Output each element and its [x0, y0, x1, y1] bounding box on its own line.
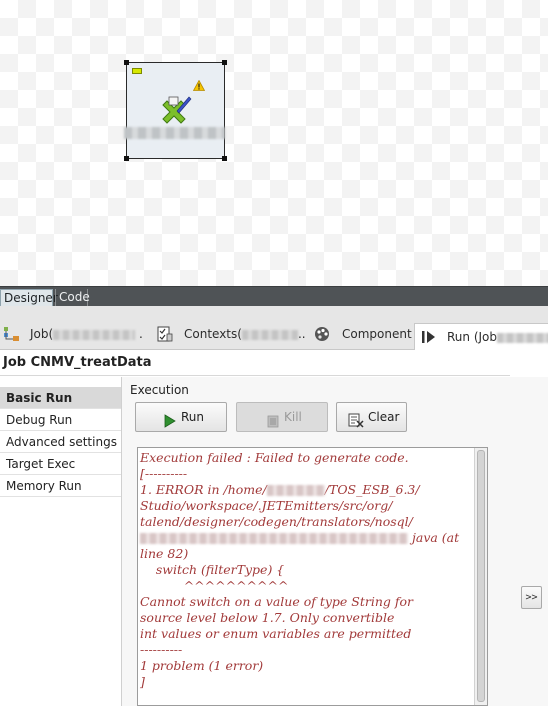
clear-button[interactable]: Clear: [336, 402, 407, 432]
console-scroll-thumb[interactable]: [477, 450, 485, 702]
kill-button[interactable]: Kill: [236, 402, 328, 432]
run-mode-nav: Basic Run Debug Run Advanced settings Ta…: [0, 377, 122, 706]
resize-handle-bottom-left[interactable]: [124, 156, 129, 161]
resize-handle-top-left[interactable]: [124, 60, 129, 65]
console-text: Execution failed : Failed to generate co…: [140, 450, 480, 690]
tab-run[interactable]: Run (Job: [414, 323, 548, 350]
editor-mode-tabs: Designer Code: [0, 286, 548, 307]
tab-run-label: Run (Job: [447, 330, 498, 344]
view-tab-bar: Job( . Contexts(.. Component Run (Job: [0, 306, 548, 350]
redacted-run-job-name: [497, 332, 548, 343]
console-line: ----------: [140, 642, 183, 657]
tab-component-label: Component: [342, 327, 412, 341]
console-line: Execution failed : Failed to generate co…: [140, 450, 409, 465]
expand-button[interactable]: >>: [521, 586, 542, 609]
job-icon: [2, 326, 20, 349]
console-output[interactable]: Execution failed : Failed to generate co…: [137, 447, 488, 706]
console-line: line 82): [140, 546, 189, 561]
console-line: /TOS_ESB_6.3/: [324, 482, 420, 497]
redacted-username: [266, 485, 325, 496]
console-line: source level below 1.7. Only convertible: [140, 610, 395, 625]
console-line: int values or enum variables are permitt…: [140, 626, 412, 641]
component-palette-icon: [314, 326, 332, 349]
nav-target-exec[interactable]: Target Exec: [0, 453, 121, 475]
tab-component[interactable]: Component: [314, 323, 412, 345]
nav-basic-run[interactable]: Basic Run: [0, 387, 121, 409]
resize-handle-bottom-right[interactable]: [222, 156, 227, 161]
console-line: Cannot switch on a value of type String …: [140, 594, 414, 609]
job-title: Job CNMV_treatData: [0, 350, 510, 376]
console-line: java (at: [411, 530, 460, 545]
component-status-flag: [132, 68, 142, 74]
play-icon: [164, 410, 176, 438]
console-scrollbar[interactable]: [474, 448, 487, 705]
run-view-icon: [421, 329, 437, 351]
console-line: 1. ERROR in /home/: [140, 482, 267, 497]
execution-label: Execution: [130, 383, 189, 397]
clear-console-icon: [348, 410, 364, 438]
redacted-job-name: [53, 329, 136, 340]
console-line: [----------: [140, 466, 188, 481]
run-button[interactable]: Run: [135, 402, 227, 432]
component-label-redacted: [124, 127, 225, 139]
run-button-label: Run: [181, 410, 205, 424]
clear-button-label: Clear: [368, 410, 400, 424]
tab-contexts-label: Contexts(: [184, 327, 242, 341]
nav-debug-run[interactable]: Debug Run: [0, 409, 121, 431]
redacted-file-path: [140, 533, 408, 544]
console-line: Studio/workspace/.JETEmitters/src/org/: [140, 498, 393, 513]
console-line: 1 problem (1 error): [140, 658, 264, 673]
nav-memory-run[interactable]: Memory Run: [0, 475, 121, 497]
console-line: talend/designer/codegen/translators/nosq…: [140, 514, 413, 529]
mapping-tool-icon: [159, 95, 193, 128]
tab-job[interactable]: Job( .: [2, 323, 152, 345]
console-line: ]: [140, 674, 145, 689]
contexts-icon: [156, 326, 174, 349]
tab-designer[interactable]: Designer: [0, 289, 58, 306]
console-line: ^^^^^^^^^^: [140, 578, 289, 593]
resize-handle-top-right[interactable]: [222, 60, 227, 65]
nav-advanced-settings[interactable]: Advanced settings: [0, 431, 121, 453]
tab-job-label: Job(: [30, 327, 54, 341]
component-node[interactable]: [124, 60, 227, 161]
execution-panel: Execution Run Kill Clear Execution faile…: [122, 377, 548, 706]
tab-code[interactable]: Code: [55, 289, 90, 306]
warning-icon[interactable]: [192, 79, 206, 94]
kill-button-label: Kill: [284, 410, 302, 424]
stop-icon: [267, 410, 279, 438]
designer-canvas[interactable]: [0, 0, 548, 286]
redacted-context-name: [241, 329, 298, 340]
console-line: switch (filterType) {: [140, 562, 285, 577]
tab-contexts[interactable]: Contexts(..: [156, 323, 306, 345]
